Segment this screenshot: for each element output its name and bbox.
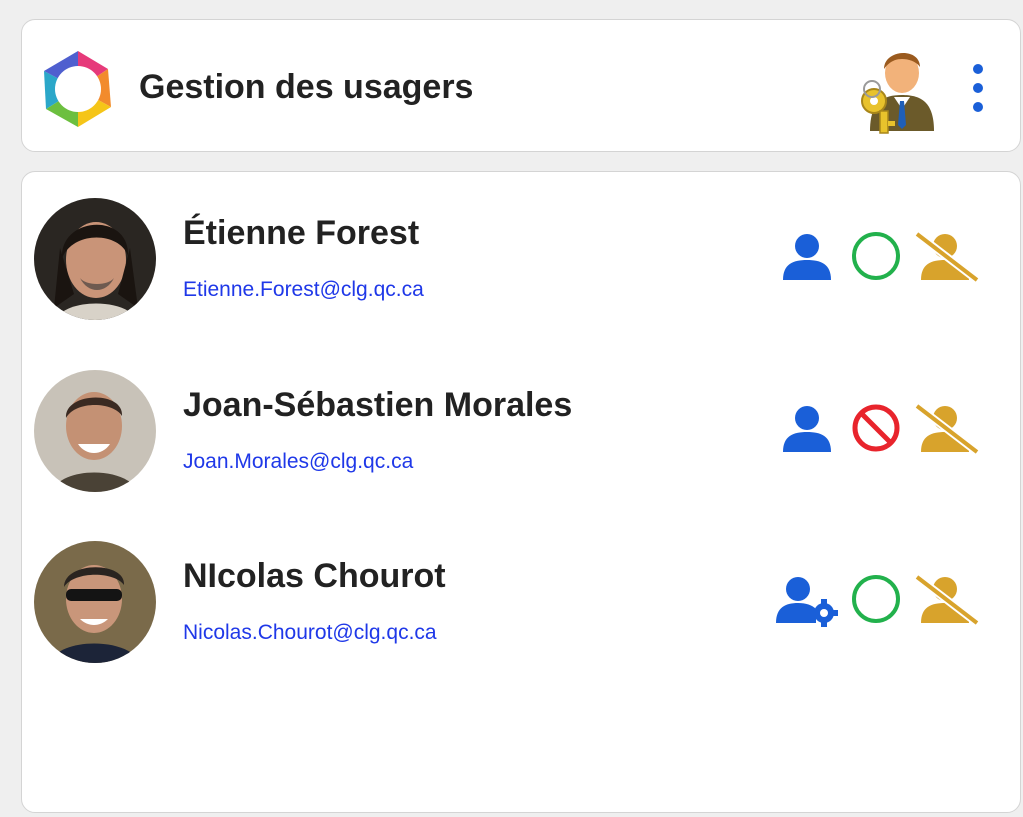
- blocked-icon: [852, 404, 900, 452]
- kebab-menu-button[interactable]: [966, 64, 990, 112]
- user-row: Étienne Forest Etienne.Forest@clg.qc.ca: [22, 172, 1020, 320]
- disable-user-button[interactable]: [915, 228, 979, 284]
- page-title: Gestion des usagers: [139, 68, 474, 106]
- avatar[interactable]: [34, 541, 156, 663]
- user-slash-icon: [915, 573, 979, 627]
- user-name: Étienne Forest: [183, 214, 420, 252]
- app-window: Gestion des usagers Étienne Forest Etien…: [0, 0, 1023, 817]
- status-button[interactable]: [848, 228, 904, 284]
- role-button[interactable]: [779, 228, 835, 284]
- user-email-link[interactable]: Etienne.Forest@clg.qc.ca: [183, 278, 424, 302]
- user-email-link[interactable]: Joan.Morales@clg.qc.ca: [183, 450, 413, 474]
- disable-user-button[interactable]: [915, 571, 979, 627]
- status-button[interactable]: [848, 400, 904, 456]
- role-button[interactable]: [779, 400, 835, 456]
- user-row: NIcolas Chourot Nicolas.Chourot@clg.qc.c…: [22, 515, 1020, 663]
- active-circle-icon: [852, 575, 900, 623]
- header-bar: Gestion des usagers: [21, 19, 1021, 152]
- user-with-key-icon[interactable]: [858, 39, 940, 135]
- avatar[interactable]: [34, 198, 156, 320]
- user-slash-icon: [915, 230, 979, 284]
- user-row: Joan-Sébastien Morales Joan.Morales@clg.…: [22, 344, 1020, 492]
- user-name: Joan-Sébastien Morales: [183, 386, 573, 424]
- avatar[interactable]: [34, 370, 156, 492]
- status-button[interactable]: [848, 571, 904, 627]
- vertical-dots-menu-icon: [973, 64, 983, 74]
- user-email-link[interactable]: Nicolas.Chourot@clg.qc.ca: [183, 621, 437, 645]
- active-circle-icon: [852, 232, 900, 280]
- user-name: NIcolas Chourot: [183, 557, 446, 595]
- user-icon: [783, 406, 831, 452]
- user-gear-icon: [776, 577, 838, 627]
- disable-user-button[interactable]: [915, 400, 979, 456]
- user-list: Étienne Forest Etienne.Forest@clg.qc.ca: [21, 171, 1021, 813]
- user-icon: [783, 234, 831, 280]
- user-slash-icon: [915, 402, 979, 456]
- aperture-logo-icon[interactable]: [38, 49, 118, 129]
- role-button[interactable]: [774, 571, 838, 627]
